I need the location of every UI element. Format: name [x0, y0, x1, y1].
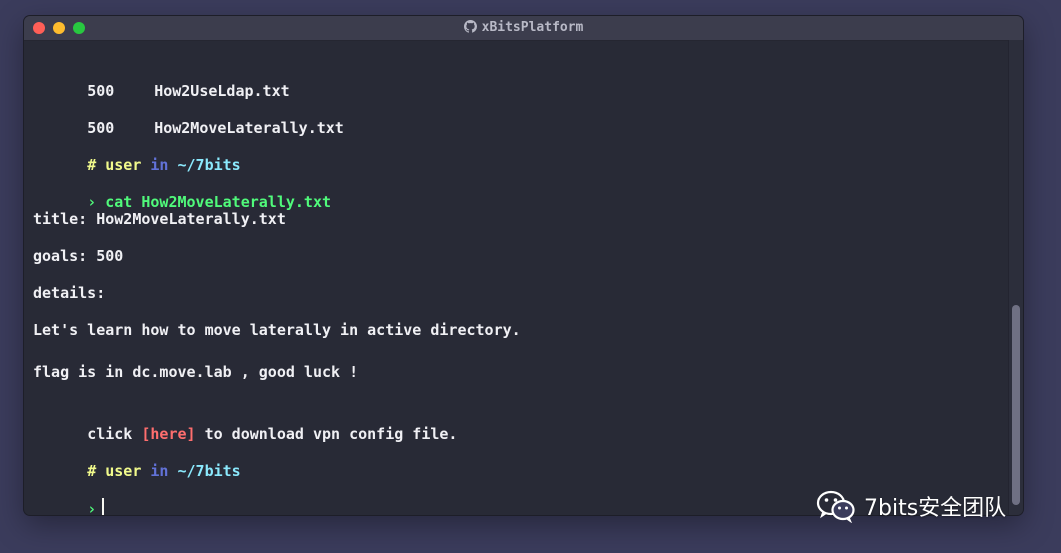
window-title: xBitsPlatform	[24, 19, 1023, 39]
output-details: details:	[33, 284, 106, 302]
prompt-arrow-icon: ›	[87, 500, 97, 515]
text-cursor	[102, 498, 105, 515]
watermark: 7bits安全团队	[816, 486, 1006, 526]
partial-line	[33, 40, 250, 49]
terminal-window: xBitsPlatform 500 How2UseLdap.txt 500 How2…	[24, 16, 1023, 515]
title-bar[interactable]: xBitsPlatform	[24, 16, 1023, 41]
input-line[interactable]: ›	[33, 478, 105, 515]
scrollbar-thumb[interactable]	[1012, 305, 1020, 505]
window-title-text: xBitsPlatform	[481, 20, 584, 35]
terminal-output[interactable]: 500 How2UseLdap.txt 500 How2MoveLaterally.…	[24, 40, 1009, 515]
watermark-text: 7bits安全团队	[864, 496, 1007, 521]
github-icon	[463, 20, 477, 39]
output-flag: flag is in dc.move.lab , good luck !	[33, 363, 359, 381]
output-description: Let's learn how to move laterally in act…	[33, 321, 521, 339]
output-title: title: How2MoveLaterally.txt	[33, 210, 286, 228]
wechat-icon	[816, 490, 855, 523]
scrollbar[interactable]	[1008, 40, 1023, 515]
prompt-user: user	[105, 462, 142, 480]
prompt-in: in	[150, 462, 169, 480]
output-goals: goals: 500	[33, 247, 124, 265]
prompt-path: ~/7bits	[177, 462, 241, 480]
